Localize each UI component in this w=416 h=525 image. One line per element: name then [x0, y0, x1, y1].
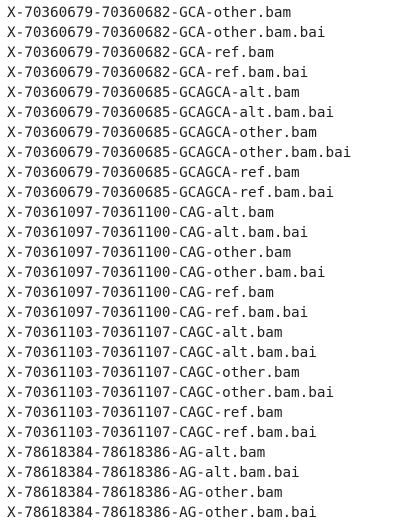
file-entry[interactable]: X-70361103-70361107-CAGC-other.bam: [7, 363, 416, 383]
file-entry[interactable]: X-70361103-70361107-CAGC-ref.bam.bai: [7, 423, 416, 443]
file-entry[interactable]: X-70361103-70361107-CAGC-alt.bam.bai: [7, 343, 416, 363]
file-entry[interactable]: X-78618384-78618386-AG-other.bam.bai: [7, 503, 416, 523]
file-entry[interactable]: X-70361097-70361100-CAG-other.bam: [7, 243, 416, 263]
file-entry[interactable]: X-78618384-78618386-AG-alt.bam: [7, 443, 416, 463]
file-entry[interactable]: X-70360679-70360682-GCA-other.bam: [7, 3, 416, 23]
file-entry[interactable]: X-70360679-70360685-GCAGCA-alt.bam.bai: [7, 103, 416, 123]
file-entry[interactable]: X-70361097-70361100-CAG-ref.bam: [7, 283, 416, 303]
file-entry[interactable]: X-70361103-70361107-CAGC-ref.bam: [7, 403, 416, 423]
file-entry[interactable]: X-70360679-70360685-GCAGCA-ref.bam: [7, 163, 416, 183]
file-entry[interactable]: X-70361097-70361100-CAG-ref.bam.bai: [7, 303, 416, 323]
file-entry[interactable]: X-70361103-70361107-CAGC-other.bam.bai: [7, 383, 416, 403]
file-listing: X-70360679-70360682-GCA-other.bam X-7036…: [0, 0, 416, 523]
file-entry[interactable]: X-70361103-70361107-CAGC-alt.bam: [7, 323, 416, 343]
file-entry[interactable]: X-70360679-70360685-GCAGCA-other.bam: [7, 123, 416, 143]
file-entry[interactable]: X-70361097-70361100-CAG-alt.bam: [7, 203, 416, 223]
file-entry[interactable]: X-70361097-70361100-CAG-alt.bam.bai: [7, 223, 416, 243]
file-entry[interactable]: X-70360679-70360682-GCA-ref.bam.bai: [7, 63, 416, 83]
file-entry[interactable]: X-70360679-70360685-GCAGCA-other.bam.bai: [7, 143, 416, 163]
file-entry[interactable]: X-78618384-78618386-AG-alt.bam.bai: [7, 463, 416, 483]
file-entry[interactable]: X-70360679-70360685-GCAGCA-alt.bam: [7, 83, 416, 103]
file-entry[interactable]: X-70360679-70360682-GCA-other.bam.bai: [7, 23, 416, 43]
file-entry[interactable]: X-78618384-78618386-AG-other.bam: [7, 483, 416, 503]
file-entry[interactable]: X-70360679-70360685-GCAGCA-ref.bam.bai: [7, 183, 416, 203]
file-entry[interactable]: X-70360679-70360682-GCA-ref.bam: [7, 43, 416, 63]
file-entry[interactable]: X-70361097-70361100-CAG-other.bam.bai: [7, 263, 416, 283]
